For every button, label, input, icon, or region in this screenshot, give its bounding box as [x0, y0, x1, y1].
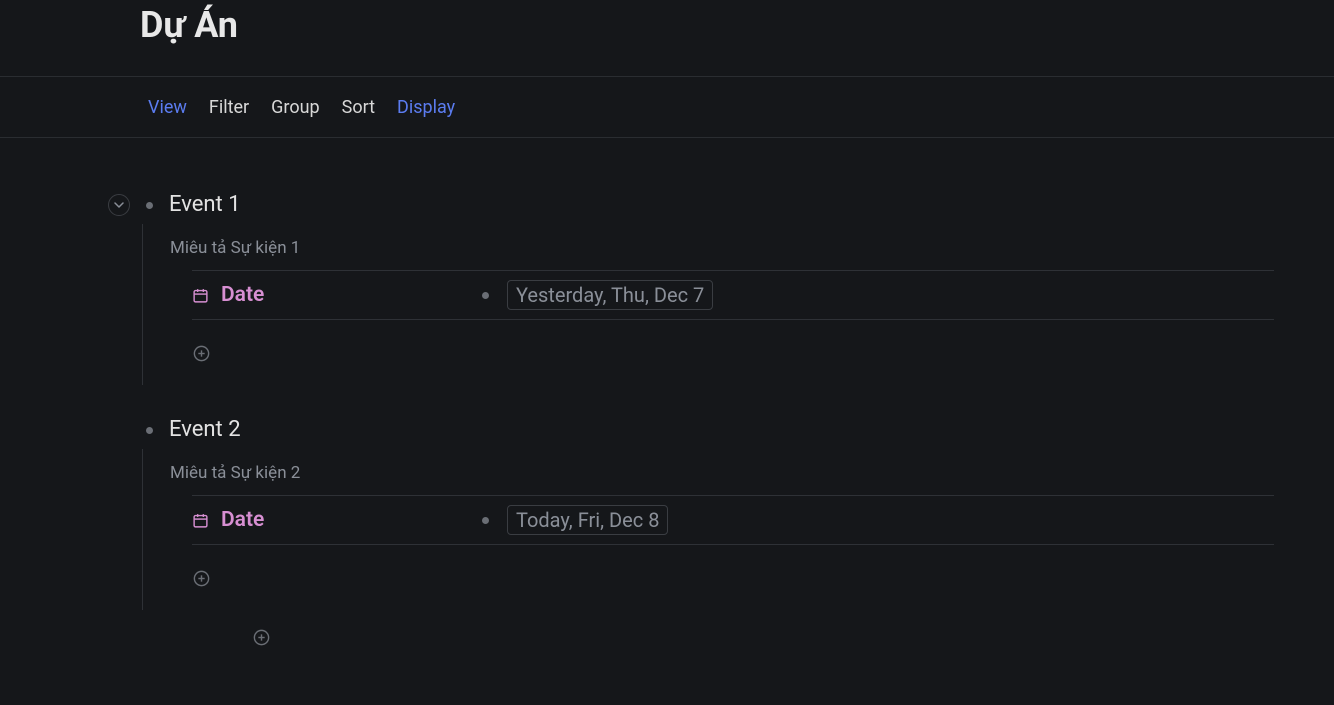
property-key[interactable]: Date	[192, 283, 482, 307]
toolbar-filter[interactable]: Filter	[209, 97, 249, 118]
event-description[interactable]: Miêu tả Sự kiện 2	[170, 463, 1274, 483]
add-property-button[interactable]	[192, 569, 211, 588]
collapse-button[interactable]	[108, 194, 130, 216]
add-property-button[interactable]	[192, 344, 211, 363]
chevron-down-icon	[114, 200, 124, 210]
calendar-icon	[192, 287, 209, 304]
toolbar: View Filter Group Sort Display	[0, 76, 1334, 138]
bullet-icon	[482, 517, 489, 524]
property-row: Date Yesterday, Thu, Dec 7	[192, 270, 1274, 320]
toolbar-sort[interactable]: Sort	[342, 97, 375, 118]
toolbar-group[interactable]: Group	[271, 97, 319, 118]
bullet-icon	[146, 427, 153, 434]
date-value[interactable]: Yesterday, Thu, Dec 7	[507, 280, 713, 310]
event-title[interactable]: Event 1	[169, 190, 1274, 220]
event-description[interactable]: Miêu tả Sự kiện 1	[170, 238, 1274, 258]
bullet-icon	[482, 292, 489, 299]
toolbar-view[interactable]: View	[148, 97, 187, 118]
page-title: Dự Án	[0, 0, 1334, 46]
plus-circle-icon	[192, 569, 211, 588]
property-row: Date Today, Fri, Dec 8	[192, 495, 1274, 545]
event-title[interactable]: Event 2	[169, 415, 1274, 445]
calendar-icon	[192, 512, 209, 529]
bullet-icon	[146, 202, 153, 209]
toolbar-display[interactable]: Display	[397, 97, 455, 118]
property-label: Date	[221, 283, 264, 307]
plus-circle-icon	[192, 344, 211, 363]
plus-circle-icon	[252, 628, 271, 647]
date-value[interactable]: Today, Fri, Dec 8	[507, 505, 668, 535]
event-block: Event 1 Miêu tả Sự kiện 1 Date Yesterday…	[108, 190, 1334, 385]
property-key[interactable]: Date	[192, 508, 482, 532]
content-area: Event 1 Miêu tả Sự kiện 1 Date Yesterday…	[0, 138, 1334, 651]
add-event-button[interactable]	[252, 628, 271, 647]
property-label: Date	[221, 508, 264, 532]
event-block: Event 2 Miêu tả Sự kiện 2 Date Today, Fr…	[108, 415, 1334, 610]
